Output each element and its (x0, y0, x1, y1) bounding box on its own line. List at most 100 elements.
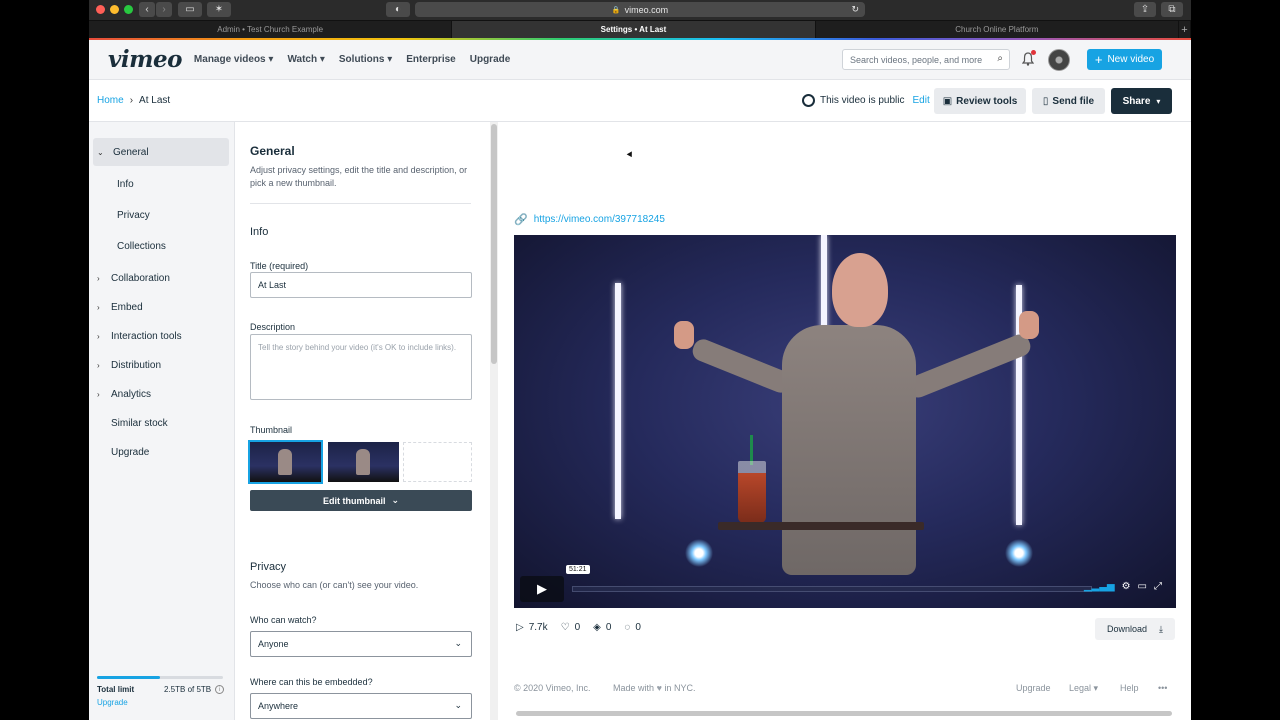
video-player[interactable]: ▶ 51:21 ▁▂▃▅ ⚙ ▭ ⤢ (514, 235, 1176, 608)
airplay-icon[interactable]: ▭ (1138, 581, 1147, 592)
sidebar-item-interaction-tools[interactable]: › Interaction tools (93, 322, 229, 350)
browser-tab-admin[interactable]: Admin • Test Church Example (89, 21, 453, 38)
form-scrollbar-thumb[interactable] (491, 124, 497, 364)
video-link[interactable]: 🔗 https://vimeo.com/397718245 (514, 213, 665, 226)
footer-legal-link[interactable]: Legal ▾ (1069, 683, 1098, 694)
horizontal-scrollbar[interactable] (516, 711, 1172, 716)
browser-tab-church-online[interactable]: Church Online Platform (816, 21, 1179, 38)
tab-overview-icon[interactable]: ⧉ (1161, 2, 1183, 17)
address-bar[interactable]: 🔒 vimeo.com ↻ (415, 2, 865, 17)
plays-count: 7.7k (528, 622, 548, 633)
nav-manage-videos[interactable]: Manage videos ▾ (194, 54, 274, 65)
settings-gear-icon[interactable]: ⚙ (1122, 581, 1131, 592)
sidebar-item-embed[interactable]: › Embed (93, 293, 229, 321)
review-tools-button[interactable]: ▣ Review tools (934, 88, 1026, 114)
thumbnail-upload-slot[interactable] (403, 442, 472, 482)
form-scrollbar[interactable] (490, 122, 498, 720)
notification-bell-icon[interactable] (1021, 50, 1036, 66)
zoom-window-button[interactable] (124, 5, 133, 14)
general-description: Adjust privacy settings, edit the title … (250, 165, 468, 188)
volume-icon[interactable]: ▁▂▃▅ (1084, 581, 1115, 592)
settings-form: General Adjust privacy settings, edit th… (235, 122, 495, 720)
info-icon[interactable]: i (215, 685, 225, 694)
download-icon: ⤓ (1159, 623, 1163, 634)
breadcrumb-current: At Last (139, 95, 171, 106)
new-tab-button[interactable]: + (1179, 21, 1191, 38)
privacy-status-text: This video is public (820, 95, 905, 106)
send-file-button[interactable]: ▯ Send file (1032, 88, 1105, 114)
play-button[interactable]: ▶ (520, 576, 564, 602)
search-input[interactable]: Search videos, people, and more ⌕ (842, 49, 1010, 70)
sidebar-item-collections[interactable]: Collections (93, 232, 229, 260)
video-url[interactable]: https://vimeo.com/397718245 (534, 214, 665, 225)
breadcrumb: Home › At Last This video is public Edit… (89, 80, 1191, 122)
nav-solutions[interactable]: Solutions ▾ (339, 54, 392, 65)
thumbnail-label: Thumbnail (250, 425, 293, 435)
thumbnail-figure (278, 449, 292, 475)
chevron-right-icon: › (97, 302, 100, 312)
vimeo-top-nav: vimeo Manage videos ▾ Watch ▾ Solutions … (89, 40, 1191, 80)
browser-titlebar: ‹ › ▭ ✶ ◐ 🔒 vimeo.com ↻ ⇪ ⧉ (89, 0, 1191, 20)
footer-made-with-text: Made with (613, 683, 655, 693)
who-can-watch-select[interactable]: Anyone ⌄ (250, 631, 472, 657)
footer-upgrade-link[interactable]: Upgrade (1016, 683, 1051, 693)
drink-cup (738, 461, 766, 523)
sidebar-item-distribution[interactable]: › Distribution (93, 351, 229, 379)
sidebar-item-analytics[interactable]: › Analytics (93, 380, 229, 408)
browser-tabs: Admin • Test Church Example Settings • A… (89, 20, 1191, 38)
extension-icon[interactable]: ✶ (207, 2, 231, 17)
fullscreen-icon[interactable]: ⤢ (1154, 581, 1162, 592)
nav-upgrade[interactable]: Upgrade (470, 54, 511, 65)
privacy-edit-link[interactable]: Edit (912, 95, 929, 106)
sidebar-item-info[interactable]: Info (93, 170, 229, 198)
who-can-watch-label: Who can watch? (250, 615, 317, 625)
chevron-down-icon: ⌄ (97, 147, 104, 157)
nav-enterprise[interactable]: Enterprise (406, 54, 455, 65)
reader-icon[interactable]: ◐ (386, 2, 410, 17)
page-footer: © 2020 Vimeo, Inc. Made with ♥ in NYC. U… (514, 683, 1174, 693)
sidebar-item-similar-stock[interactable]: Similar stock (93, 409, 229, 437)
embed-select[interactable]: Anywhere ⌄ (250, 693, 472, 719)
layers-icon: ◈ (593, 622, 601, 633)
browser-tab-settings[interactable]: Settings • At Last (452, 21, 816, 38)
sidebar-item-collaboration[interactable]: › Collaboration (93, 264, 229, 292)
sidebar-item-upgrade[interactable]: Upgrade (93, 438, 229, 466)
chevron-down-icon: ⌄ (454, 638, 462, 648)
forward-button[interactable]: › (156, 2, 172, 17)
title-label: Title (required) (250, 261, 309, 271)
footer-more-icon[interactable]: ••• (1158, 683, 1167, 693)
chevron-right-icon: › (97, 331, 100, 341)
download-button[interactable]: Download ⤓ (1095, 618, 1175, 640)
back-button[interactable]: ‹ (139, 2, 155, 17)
chevron-right-icon: › (97, 273, 100, 283)
close-window-button[interactable] (96, 5, 105, 14)
share-button[interactable]: Share ▾ (1111, 88, 1172, 114)
title-field[interactable]: At Last (250, 272, 472, 298)
search-icon[interactable]: ⌕ (997, 53, 1003, 64)
nav-watch[interactable]: Watch ▾ (287, 54, 324, 65)
description-field[interactable]: Tell the story behind your video (it's O… (250, 334, 472, 400)
breadcrumb-home[interactable]: Home (97, 95, 124, 106)
vimeo-logo[interactable]: vimeo (108, 46, 182, 73)
embed-label: Where can this be embedded? (250, 677, 373, 687)
sidebar-item-general[interactable]: ⌄ General (93, 138, 229, 166)
stage-spotlight (685, 539, 713, 567)
speaker-head (832, 253, 888, 327)
user-avatar[interactable] (1048, 49, 1070, 71)
minimize-window-button[interactable] (110, 5, 119, 14)
footer-help-link[interactable]: Help (1120, 683, 1139, 693)
edit-thumbnail-button[interactable]: Edit thumbnail ⌄ (250, 490, 472, 511)
share-sheet-icon[interactable]: ⇪ (1134, 2, 1156, 17)
storage-limit-text: 2.5TB of 5TB (164, 685, 212, 694)
sidebar-item-privacy[interactable]: Privacy (93, 201, 229, 229)
reload-icon[interactable]: ↻ (851, 4, 859, 15)
thumbnail-option-selected[interactable] (248, 440, 323, 484)
chevron-right-icon: › (97, 360, 100, 370)
storage-upgrade-link[interactable]: Upgrade (97, 698, 128, 707)
new-video-button[interactable]: + New video (1087, 49, 1162, 70)
thumbnail-option[interactable] (328, 442, 399, 482)
sidebar-toggle-icon[interactable]: ▭ (178, 2, 202, 17)
progress-track[interactable] (572, 586, 1092, 592)
sidebar-item-label: Embed (111, 301, 143, 313)
stage-light (821, 235, 827, 331)
